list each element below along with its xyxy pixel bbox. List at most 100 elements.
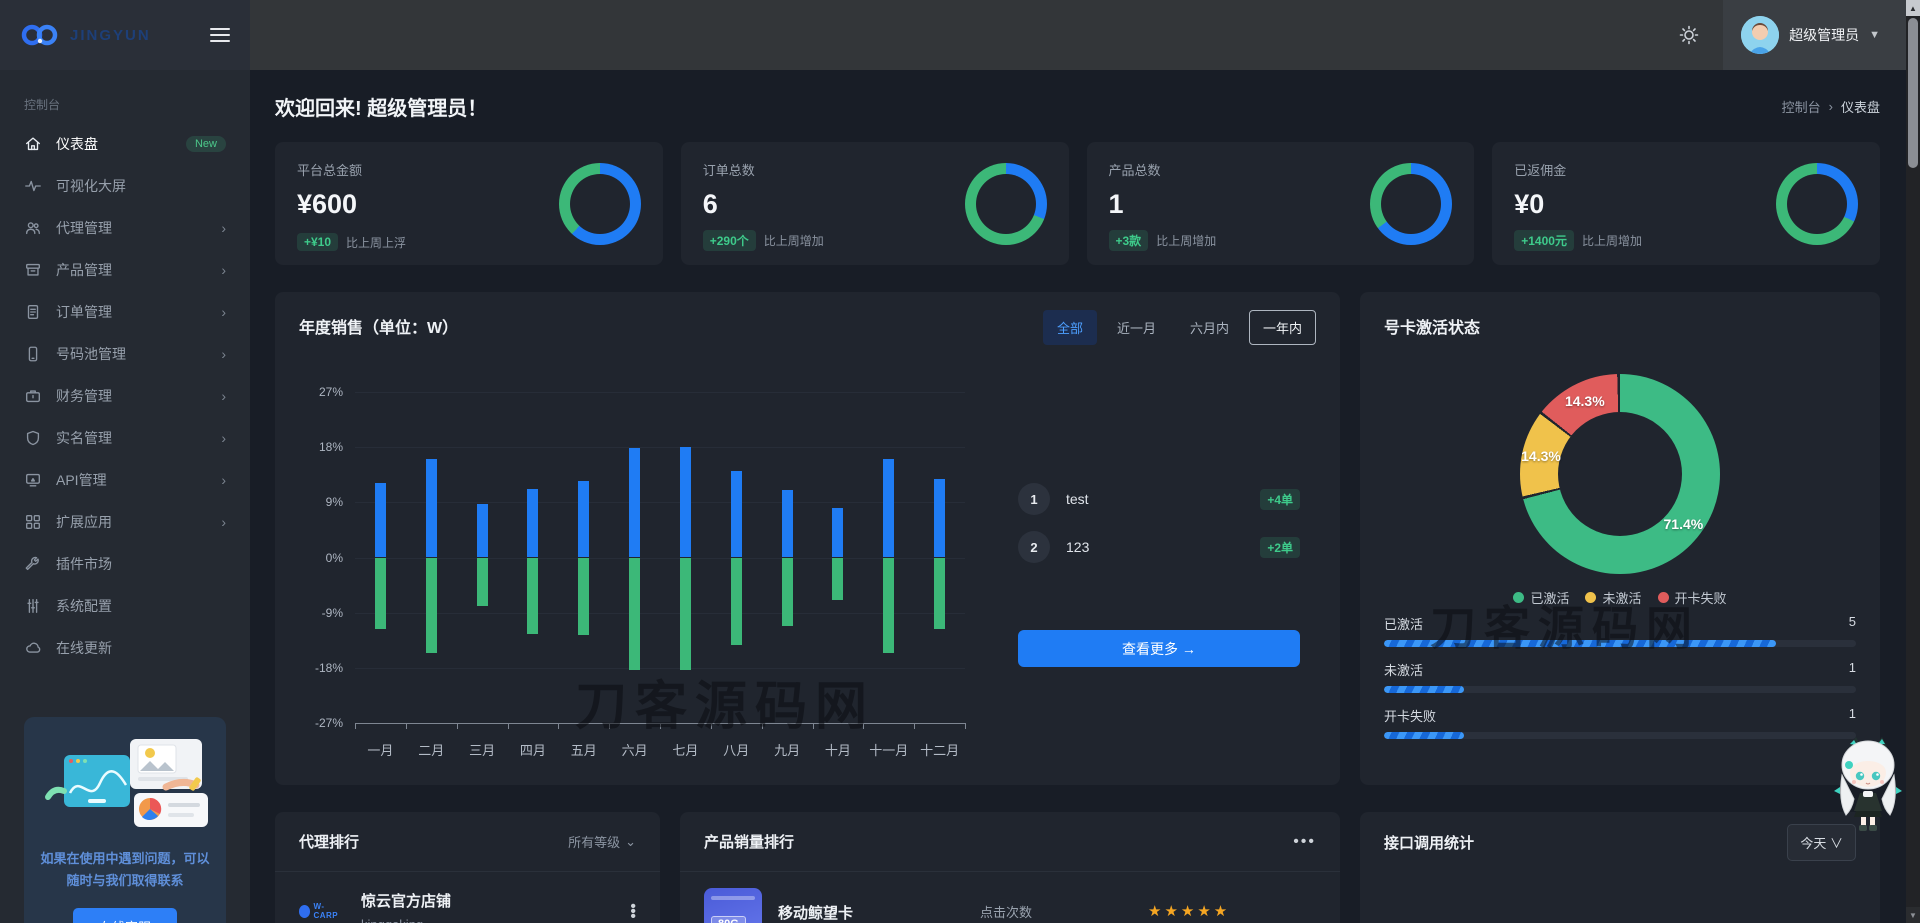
grid-icon	[24, 513, 42, 531]
theme-toggle-button[interactable]	[1669, 15, 1709, 55]
sidebar-item-archive[interactable]: 产品管理 ›	[0, 249, 250, 291]
bar-negative	[476, 557, 488, 606]
x-axis-month-label: 二月	[418, 743, 445, 758]
file-icon	[24, 303, 42, 321]
legend-label: 已激活	[1530, 591, 1570, 606]
bar-negative	[679, 557, 691, 671]
sidebar-item-label: 财务管理	[56, 388, 112, 404]
agent-ranking-card: 代理排行 所有等级 ⌄ W-CARP 惊云官方店铺 ki	[275, 812, 660, 923]
bar-positive	[781, 490, 793, 558]
progress-value: 1	[1848, 660, 1856, 675]
agent-list-item[interactable]: W-CARP 惊云官方店铺 kingqaking •••	[275, 872, 660, 923]
x-axis-tick	[761, 723, 763, 729]
stat-footer: +3款 比上周增加	[1108, 230, 1217, 251]
progress-row: 已激活 5	[1384, 614, 1856, 647]
agent-level-filter[interactable]: 所有等级 ⌄	[568, 832, 636, 851]
annual-sales-card: 年度销售（单位：W） 全部 近一月 六月内 一年内 27% 18% 9% 0% -9% -18%…	[275, 292, 1340, 785]
ranking-row[interactable]: 2 123 +2单	[1018, 530, 1300, 564]
sales-tab-2[interactable]: 六月内	[1176, 310, 1243, 345]
card-activation-status: 号卡激活状态 71.4% 14.3% 14.3% 已激活 未激活 开卡失败 已激活 5 未激…	[1360, 292, 1880, 785]
annual-sales-bar-chart: 27% 18% 9% 0% -9% -18% -27% 一月 二月 三月 四月 五月 六月 七月 八月 九月 十…	[315, 385, 966, 758]
activation-legend: 已激活 未激活 开卡失败	[1360, 588, 1880, 607]
bar-negative	[425, 557, 437, 653]
ellipsis-menu-icon[interactable]: •••	[1293, 833, 1316, 851]
scrollbar-thumb[interactable]	[1908, 18, 1918, 168]
stat-change-badge: +3款	[1108, 230, 1149, 251]
online-support-button[interactable]: 在线客服	[72, 908, 177, 923]
clicks-label: 点击次数	[980, 905, 1033, 920]
sidebar-item-monitor[interactable]: API管理 ›	[0, 459, 250, 501]
brand-logo[interactable]: JINGYUN	[20, 22, 151, 48]
agent-shop-logo: W-CARP	[299, 902, 345, 920]
progress-row: 未激活 1	[1384, 660, 1856, 693]
rank-name: 123	[1066, 539, 1090, 555]
stat-card-2: 产品总数 1 +3款 比上周增加	[1086, 142, 1475, 265]
sidebar-item-home[interactable]: 仪表盘 New	[0, 123, 250, 165]
sidebar-item-users[interactable]: 代理管理 ›	[0, 207, 250, 249]
sidebar-item-wrench[interactable]: 插件市场	[0, 543, 250, 585]
sales-tab-1[interactable]: 近一月	[1103, 310, 1170, 345]
stat-change-desc: 比上周增加	[763, 234, 824, 248]
x-axis-tick	[710, 723, 712, 729]
chevron-right-icon: ›	[1828, 98, 1833, 114]
agent-shop-username: kingqaking	[361, 917, 614, 923]
user-menu[interactable]: 超级管理员 ▼	[1723, 0, 1906, 70]
chevron-right-icon: ›	[221, 388, 226, 404]
sidebar-collapse-button[interactable]	[210, 24, 230, 46]
x-axis-tick	[355, 723, 356, 729]
support-card: 如果在使用中遇到问题，可以随时与我们取得联系 在线客服	[24, 717, 226, 923]
sidebar-item-cloud[interactable]: 在线更新	[0, 627, 250, 669]
sidebar-item-file[interactable]: 订单管理 ›	[0, 291, 250, 333]
sidebar-item-phone[interactable]: 号码池管理 ›	[0, 333, 250, 375]
sales-tab-0[interactable]: 全部	[1042, 310, 1097, 345]
sidebar-item-sliders[interactable]: 系统配置	[0, 585, 250, 627]
legend-item: 已激活	[1513, 588, 1569, 607]
chevron-down-icon: ∨	[1829, 835, 1843, 851]
monitor-icon	[24, 471, 42, 489]
breadcrumb-root[interactable]: 控制台	[1782, 97, 1821, 116]
sidebar-item-label: API管理	[56, 472, 107, 488]
brand-name: JINGYUN	[70, 26, 151, 44]
rank-badge: +2单	[1260, 536, 1300, 558]
scroll-down-arrow-icon[interactable]: ▼	[1906, 907, 1920, 923]
bar-positive	[578, 481, 590, 558]
sales-tab-3[interactable]: 一年内	[1248, 310, 1316, 345]
sidebar-item-label: 订单管理	[56, 304, 112, 320]
ranking-row[interactable]: 1 test +4单	[1018, 482, 1300, 516]
sidebar-item-pulse[interactable]: 可视化大屏	[0, 165, 250, 207]
activation-title: 号卡激活状态	[1384, 320, 1481, 337]
activation-progress-list: 已激活 5 未激活 1 开卡失败 1	[1384, 614, 1856, 752]
x-axis-month-label: 九月	[774, 743, 801, 758]
archive-icon	[24, 261, 42, 279]
progress-track	[1384, 640, 1856, 647]
shop-logo-icon	[299, 904, 311, 918]
stat-change-desc: 比上周增加	[1156, 234, 1217, 248]
annual-sales-title: 年度销售（单位：W）	[299, 320, 459, 337]
sidebar-item-grid[interactable]: 扩展应用 ›	[0, 501, 250, 543]
kebab-menu-icon[interactable]: • • •	[630, 898, 636, 923]
cloud-infinity-logo-icon	[21, 24, 58, 46]
x-axis-tick	[914, 723, 916, 729]
chevron-right-icon: ›	[221, 220, 226, 236]
sidebar-item-label: 代理管理	[56, 220, 112, 236]
rating-stars-icon: ★★★★★	[1148, 903, 1231, 920]
bar-negative	[934, 557, 946, 630]
sidebar-item-briefcase[interactable]: 财务管理 ›	[0, 375, 250, 417]
sidebar-body: 控制台 仪表盘 New 可视化大屏 代理管理 › 产品管理 › 订单管理 › 号码池管理 › 财务管理…	[0, 70, 250, 923]
product-list-item[interactable]: 80G 移动鲸望卡 点击次数 240K ★★★★★ 1234单	[680, 872, 1340, 923]
donut-segment-label: 71.4%	[1663, 516, 1704, 533]
bar-positive	[679, 447, 691, 558]
sidebar-item-shield[interactable]: 实名管理 ›	[0, 417, 250, 459]
view-more-button[interactable]: 查看更多 →	[1018, 630, 1300, 667]
phone-icon	[24, 345, 42, 363]
app-window: JINGYUN 控制台 仪表盘 New 可视化大屏 代理管理 › 产品管理 › 订单管理 › 号码…	[0, 0, 1906, 923]
product-image: 80G	[704, 888, 762, 923]
bar-positive	[629, 447, 641, 558]
legend-item: 开卡失败	[1657, 588, 1727, 607]
bar-negative	[527, 557, 539, 635]
scroll-up-arrow-icon[interactable]: ▲	[1906, 0, 1920, 16]
page-scrollbar[interactable]: ▲ ▼	[1906, 0, 1920, 923]
sidebar-item-label: 实名管理	[56, 430, 112, 446]
sales-ranking-panel: 1 test +4单 2 123 +2单 查看更多 →	[1018, 482, 1300, 667]
sidebar-item-label: 号码池管理	[56, 346, 126, 362]
